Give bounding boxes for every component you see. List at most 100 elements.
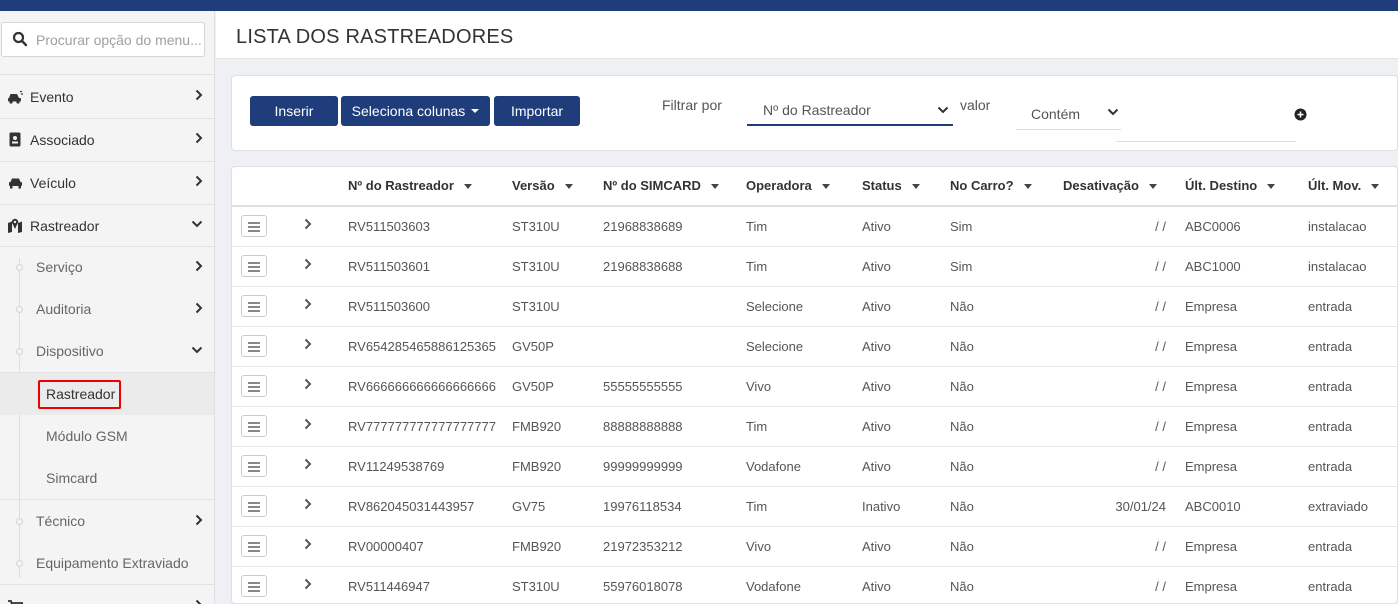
row-menu-icon[interactable]: [241, 455, 267, 477]
sidebar-subitem-tecnico[interactable]: Técnico: [0, 500, 214, 542]
sidebar-item-partial[interactable]: [0, 585, 214, 604]
sidebar-subitem-servico[interactable]: Serviço: [0, 246, 214, 288]
table-row[interactable]: RV666666666666666666 GV50P 55555555555 Vivo…: [232, 367, 1397, 407]
column-header-label: Versão: [512, 178, 555, 193]
column-header[interactable]: Versão: [512, 178, 573, 193]
table-row[interactable]: RV777777777777777777 FMB920 88888888888 Tim…: [232, 407, 1397, 447]
condition-select[interactable]: Contém: [1016, 98, 1121, 130]
expand-row-icon[interactable]: [304, 258, 312, 270]
table-cell: / /: [1155, 219, 1166, 234]
column-header-label: Nº do SIMCARD: [603, 178, 701, 193]
sidebar-subitem-equipamento-extraviado[interactable]: Equipamento Extraviado: [0, 542, 214, 584]
table-cell: / /: [1155, 339, 1166, 354]
cart-icon: [7, 599, 23, 604]
table-cell: Vodafone: [746, 459, 801, 474]
table-cell: Ativo: [862, 579, 891, 594]
add-filter-icon[interactable]: [1294, 108, 1307, 121]
table-cell: RV654285465886125365: [348, 339, 496, 354]
table-row[interactable]: RV511446947 ST310U 55976018078 Vodafone Ativ…: [232, 567, 1397, 603]
table-cell: Não: [950, 499, 974, 514]
table-row[interactable]: RV654285465886125365 GV50P Selecione Ativo N…: [232, 327, 1397, 367]
table-cell: Tim: [746, 259, 768, 274]
row-menu-icon[interactable]: [241, 415, 267, 437]
column-header[interactable]: Nº do SIMCARD: [603, 178, 719, 193]
table-cell: Sim: [950, 219, 973, 234]
expand-row-icon[interactable]: [304, 298, 312, 310]
row-menu-icon[interactable]: [241, 495, 267, 517]
table-row[interactable]: RV511503603 ST310U 21968838689 Tim Ativo Sim /…: [232, 207, 1397, 247]
expand-row-icon[interactable]: [304, 538, 312, 550]
filter-field-select[interactable]: Nº do Rastreador: [747, 96, 953, 126]
table-cell: Empresa: [1185, 579, 1238, 594]
table-cell: RV511503603: [348, 219, 430, 234]
sidebar-subitem-modulo-gsm[interactable]: Módulo GSM: [0, 415, 214, 457]
condition-value: Contém: [1031, 106, 1081, 122]
sidebar-item-veiculo[interactable]: Veículo: [0, 161, 214, 204]
table-cell: 19976118534: [603, 499, 682, 514]
sidebar-item-label: Evento: [30, 88, 74, 105]
chevron-right-icon: [195, 514, 203, 526]
table-cell: entrada: [1308, 299, 1353, 314]
table-cell: Tim: [746, 499, 768, 514]
sidebar-subitem-dispositivo[interactable]: Dispositivo: [0, 330, 214, 372]
expand-row-icon[interactable]: [304, 458, 312, 470]
row-menu-icon[interactable]: [241, 255, 267, 277]
column-header[interactable]: Nº do Rastreador: [348, 178, 472, 193]
table-row[interactable]: RV862045031443957 GV75 19976118534 Tim Inati…: [232, 487, 1397, 527]
insert-button[interactable]: Inserir: [250, 96, 338, 126]
table-row[interactable]: RV11249538769 FMB920 99999999999 Vodafone At…: [232, 447, 1397, 487]
row-menu-icon[interactable]: [241, 295, 267, 317]
row-menu-icon[interactable]: [241, 375, 267, 397]
menu-search[interactable]: [1, 22, 205, 57]
column-header[interactable]: Últ. Destino: [1185, 178, 1276, 193]
sort-caret-icon: [564, 184, 573, 190]
sort-caret-icon: [1148, 184, 1157, 190]
row-menu-icon[interactable]: [241, 575, 267, 597]
table-cell: Ativo: [862, 459, 891, 474]
select-columns-button[interactable]: Seleciona colunas: [341, 96, 490, 126]
row-menu-icon[interactable]: [241, 535, 267, 557]
sidebar-item-evento[interactable]: Evento: [0, 75, 214, 118]
sidebar-item-associado[interactable]: Associado: [0, 118, 214, 161]
row-menu-icon[interactable]: [241, 335, 267, 357]
table-cell: Não: [950, 339, 974, 354]
sidebar-subitem-label: Simcard: [46, 470, 98, 486]
table-row[interactable]: RV511503601 ST310U 21968838688 Tim Ativo Sim /…: [232, 247, 1397, 287]
column-header-label: Status: [862, 178, 902, 193]
filter-value-input[interactable]: [1116, 106, 1296, 142]
import-button[interactable]: Importar: [494, 96, 580, 126]
sort-caret-icon: [821, 184, 830, 190]
sort-caret-icon: [1023, 184, 1032, 190]
filter-label: Filtrar por: [662, 97, 722, 113]
column-header[interactable]: Últ. Mov.: [1308, 178, 1380, 193]
chevron-down-icon: [191, 346, 203, 354]
expand-row-icon[interactable]: [304, 418, 312, 430]
table-cell: Não: [950, 579, 974, 594]
sidebar-subitem-auditoria[interactable]: Auditoria: [0, 288, 214, 330]
column-header[interactable]: Status: [862, 178, 920, 193]
table-cell: FMB920: [512, 459, 562, 474]
table-row[interactable]: RV511503600 ST310U Selecione Ativo Não / / Emp…: [232, 287, 1397, 327]
menu-search-input[interactable]: [36, 29, 201, 51]
table-cell: entrada: [1308, 419, 1353, 434]
row-menu-icon[interactable]: [241, 215, 267, 237]
table-cell: FMB920: [512, 539, 562, 554]
expand-row-icon[interactable]: [304, 498, 312, 510]
table-cell: Não: [950, 379, 974, 394]
sidebar-item-rastreador[interactable]: Rastreador: [0, 204, 214, 247]
table-row[interactable]: RV00000407 FMB920 21972353212 Vivo Ativo Não /…: [232, 527, 1397, 567]
sidebar-subitem-simcard[interactable]: Simcard: [0, 457, 214, 499]
expand-row-icon[interactable]: [304, 218, 312, 230]
column-header-label: No Carro?: [950, 178, 1014, 193]
expand-row-icon[interactable]: [304, 378, 312, 390]
table-cell: Ativo: [862, 219, 891, 234]
table-cell: / /: [1155, 459, 1166, 474]
column-header[interactable]: No Carro?: [950, 178, 1032, 193]
expand-row-icon[interactable]: [304, 578, 312, 590]
expand-row-icon[interactable]: [304, 338, 312, 350]
column-header[interactable]: Desativação: [1063, 178, 1157, 193]
table-cell: Empresa: [1185, 539, 1238, 554]
table-cell: Vodafone: [746, 579, 801, 594]
column-header[interactable]: Operadora: [746, 178, 830, 193]
table-cell: / /: [1155, 419, 1166, 434]
